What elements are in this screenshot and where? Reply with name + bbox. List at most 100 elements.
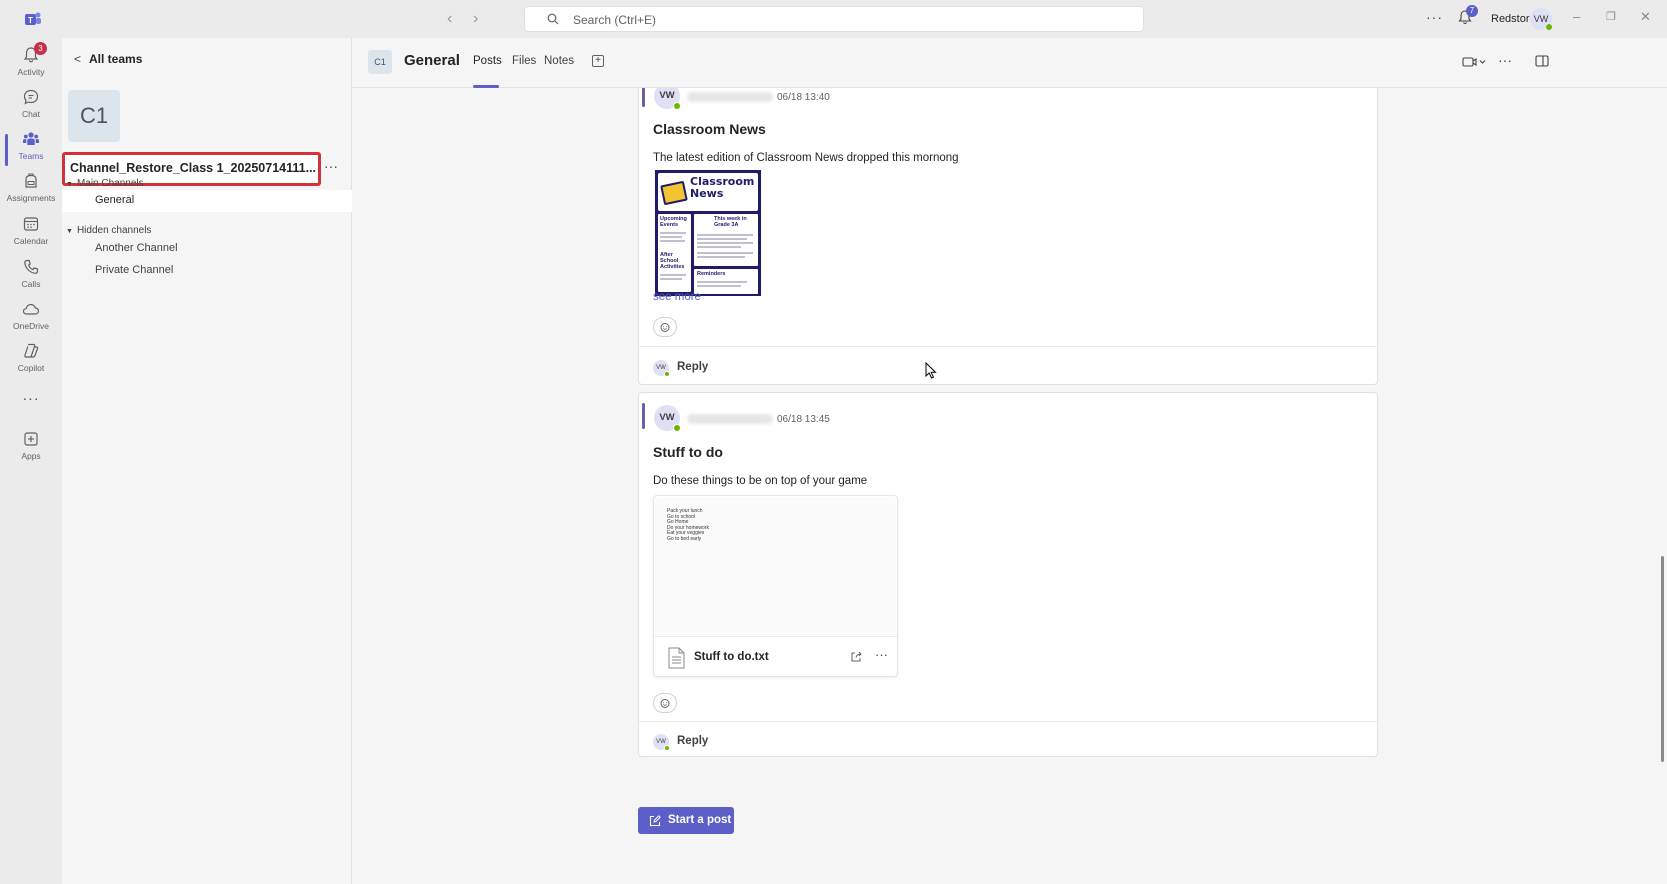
author-initials: VW xyxy=(659,412,675,423)
user-avatar[interactable]: VW xyxy=(1530,8,1553,31)
add-app-icon xyxy=(24,432,38,446)
channel-item-general[interactable]: General xyxy=(62,190,352,212)
presence-dot xyxy=(673,102,681,110)
file-info-bar: Stuff to do.txt ··· xyxy=(654,636,897,676)
rail-item-calls[interactable]: Calls xyxy=(0,258,62,302)
reply-button[interactable]: Reply xyxy=(677,361,708,373)
channel-label: General xyxy=(95,194,135,206)
posts-feed: VW 06/18 13:40 Classroom News The latest… xyxy=(352,88,1667,884)
section-hidden-channels[interactable]: ▼ Hidden channels xyxy=(66,225,151,236)
calendar-icon xyxy=(23,217,39,231)
rail-label: Teams xyxy=(18,151,44,161)
more-icon: ··· xyxy=(22,390,40,406)
post-timestamp: 06/18 13:40 xyxy=(777,92,830,103)
text-line xyxy=(660,278,682,280)
channel-title: General xyxy=(404,52,460,69)
app-rail: 3 Activity Chat Teams Assignments Calend… xyxy=(0,38,62,884)
post-accent-bar xyxy=(642,88,645,107)
rail-label: OneDrive xyxy=(13,321,49,331)
author-name-redacted xyxy=(687,92,773,102)
forward-arrow-icon[interactable]: › xyxy=(473,10,478,28)
teams-logo-icon: T xyxy=(25,12,41,25)
section-main-channels[interactable]: ▼ Main Channels xyxy=(66,178,144,189)
search-placeholder: Search (Ctrl+E) xyxy=(573,13,657,27)
settings-more-button[interactable]: ··· xyxy=(1426,9,1443,25)
rail-item-chat[interactable]: Chat xyxy=(0,88,62,132)
newsletter-reminders: Reminders xyxy=(694,269,758,294)
video-call-icon[interactable] xyxy=(1462,56,1486,68)
text-line xyxy=(697,285,741,287)
emoji-add-icon xyxy=(660,699,670,708)
rail-item-copilot[interactable]: Copilot xyxy=(0,342,62,386)
reply-initials: VW xyxy=(656,365,666,371)
post-stuff-to-do: VW 06/18 13:45 Stuff to do Do these thin… xyxy=(638,392,1378,757)
cloud-icon xyxy=(22,303,40,315)
activity-badge: 3 xyxy=(34,42,47,55)
post-accent-bar xyxy=(642,403,645,429)
svg-text:T: T xyxy=(28,16,33,25)
text-line xyxy=(697,238,747,240)
add-reaction-button[interactable] xyxy=(653,317,677,337)
channel-label: Private Channel xyxy=(95,264,174,276)
newsletter-image[interactable]: Classroom News Upcoming Events After Sch… xyxy=(655,170,761,296)
feed-scrollbar[interactable] xyxy=(1661,556,1664,762)
share-icon[interactable] xyxy=(850,650,863,663)
start-post-button[interactable]: Start a post xyxy=(638,807,734,834)
text-line xyxy=(697,242,753,244)
restore-button[interactable]: ❐ xyxy=(1606,10,1616,23)
newsletter-section: This week in Grade 3A xyxy=(714,216,747,228)
add-reaction-button[interactable] xyxy=(653,693,677,713)
newsletter-title: Classroom News xyxy=(690,175,755,200)
copilot-icon xyxy=(24,343,39,358)
rail-label: Calls xyxy=(21,279,41,289)
file-attachment-card[interactable]: Pack your lunch Go to school Go Home Do … xyxy=(653,495,898,677)
tab-posts[interactable]: Posts xyxy=(473,55,502,67)
rail-label: Assignments xyxy=(6,193,56,203)
channel-item-private-channel[interactable]: Private Channel xyxy=(62,260,352,282)
rail-item-onedrive[interactable]: OneDrive xyxy=(0,300,62,344)
rail-item-apps[interactable]: Apps xyxy=(0,430,62,474)
author-avatar[interactable]: VW xyxy=(654,88,681,110)
newsletter-header: Classroom News xyxy=(658,173,758,211)
search-input[interactable]: Search (Ctrl+E) xyxy=(524,6,1144,32)
team-more-button[interactable]: ··· xyxy=(324,158,338,174)
user-initials: VW xyxy=(1533,14,1549,24)
rail-item-activity[interactable]: 3 Activity xyxy=(0,42,62,90)
all-teams-link[interactable]: < All teams xyxy=(74,52,142,66)
channel-label: Another Channel xyxy=(95,242,178,254)
back-arrow-icon[interactable]: ‹ xyxy=(447,10,452,28)
reply-avatar: VW xyxy=(653,360,670,377)
close-button[interactable]: ✕ xyxy=(1640,9,1651,25)
text-line xyxy=(697,256,745,258)
team-panel: < All teams C1 Channel_Restore_Class 1_20… xyxy=(62,38,352,884)
reply-avatar: VW xyxy=(653,734,670,751)
title-bar: T ‹ › Search (Ctrl+E) ··· 7 Redstor VW –… xyxy=(0,0,1667,38)
rail-item-teams[interactable]: Teams xyxy=(0,130,62,174)
header-more-button[interactable]: ··· xyxy=(1498,52,1512,68)
rail-item-calendar[interactable]: Calendar xyxy=(0,215,62,259)
author-avatar[interactable]: VW xyxy=(654,405,681,432)
section-title: Hidden channels xyxy=(76,225,152,236)
text-line xyxy=(660,232,686,234)
presence-dot xyxy=(1545,23,1553,31)
add-tab-button[interactable]: + xyxy=(592,55,604,67)
side-panel-icon[interactable] xyxy=(1535,55,1549,67)
rail-label: Apps xyxy=(21,451,41,461)
caret-down-icon: ▼ xyxy=(66,228,73,235)
reply-button[interactable]: Reply xyxy=(677,735,708,747)
rail-more-button[interactable]: ··· xyxy=(0,390,62,410)
emoji-add-icon xyxy=(660,323,670,332)
file-name: Stuff to do.txt xyxy=(694,651,769,663)
minimize-button[interactable]: – xyxy=(1573,9,1580,24)
org-name: Redstor xyxy=(1491,13,1530,25)
notifications-button[interactable]: 7 xyxy=(1458,5,1478,28)
tab-files[interactable]: Files xyxy=(512,55,536,67)
tab-notes[interactable]: Notes xyxy=(544,55,574,67)
rail-item-assignments[interactable]: Assignments xyxy=(0,172,62,216)
see-more-link[interactable]: see more xyxy=(653,291,701,303)
file-more-button[interactable]: ··· xyxy=(875,647,888,662)
rail-label: Copilot xyxy=(17,363,45,373)
author-name-redacted xyxy=(687,414,773,424)
text-line xyxy=(697,252,753,254)
channel-item-another-channel[interactable]: Another Channel xyxy=(62,238,352,260)
